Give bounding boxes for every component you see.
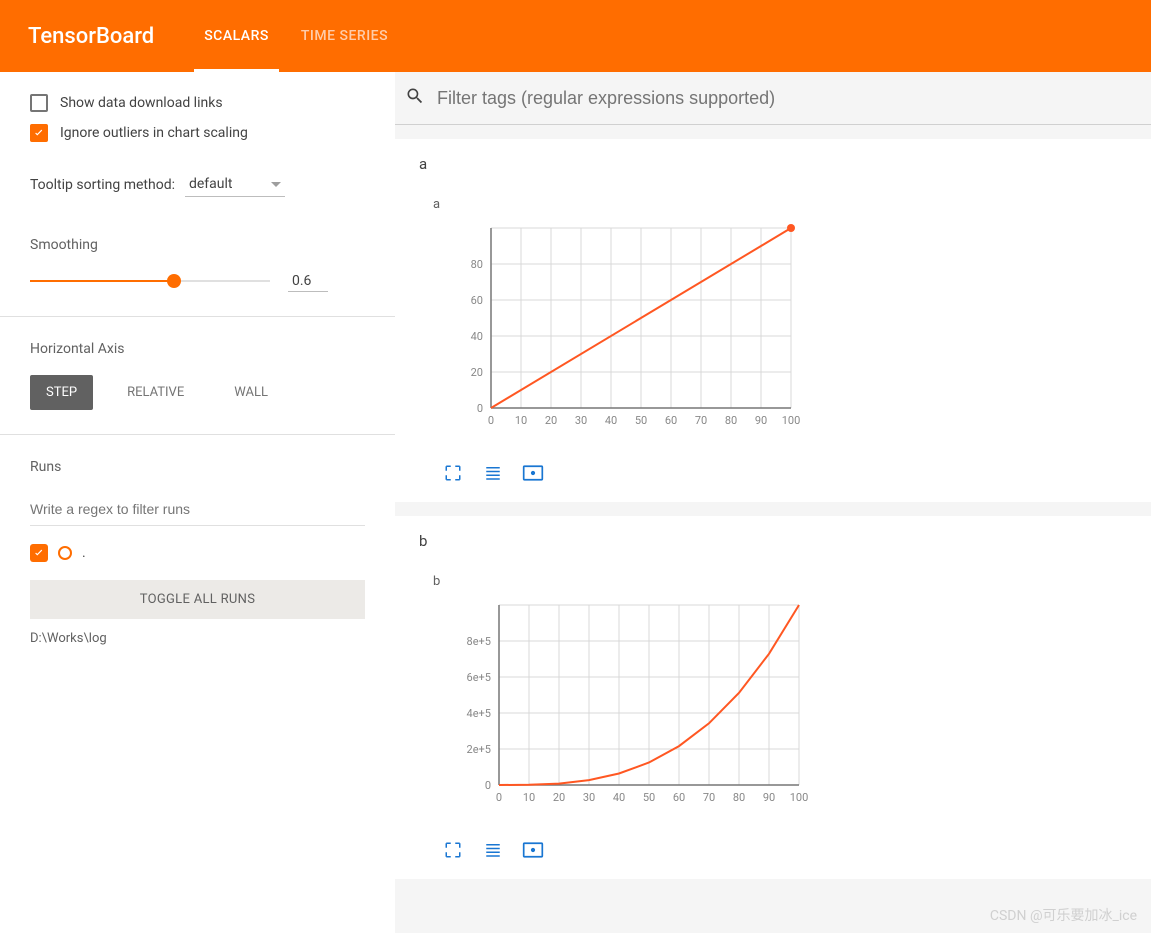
log-path: D:\Works\log [30, 631, 365, 646]
svg-text:8e+5: 8e+5 [467, 635, 491, 648]
svg-text:0: 0 [485, 779, 491, 792]
app-header: TensorBoard SCALARS TIME SERIES [0, 0, 1151, 72]
ignore-outliers-checkbox[interactable]: Ignore outliers in chart scaling [30, 124, 365, 142]
svg-text:2e+5: 2e+5 [467, 743, 491, 756]
tag-filter-input[interactable] [437, 88, 1141, 109]
smoothing-value[interactable]: 0.6 [288, 271, 328, 292]
svg-text:60: 60 [471, 294, 483, 307]
tab-scalars[interactable]: SCALARS [204, 0, 269, 72]
chart-svg: 0 2e+5 4e+5 6e+5 8e+5 0 10 20 30 40 50 6… [441, 595, 821, 825]
chart-b[interactable]: 0 2e+5 4e+5 6e+5 8e+5 0 10 20 30 40 50 6… [441, 595, 1127, 825]
fit-domain-icon[interactable] [521, 839, 545, 861]
smoothing-slider[interactable] [30, 280, 270, 284]
chart-label: b [433, 574, 1127, 589]
card-title: b [419, 532, 1127, 550]
svg-text:30: 30 [575, 414, 587, 427]
scalar-card-b: b b [395, 516, 1151, 879]
card-title: a [419, 155, 1127, 173]
log-scale-icon[interactable] [481, 839, 505, 861]
svg-text:0: 0 [496, 791, 502, 804]
axis-relative-button[interactable]: RELATIVE [111, 375, 200, 410]
svg-text:4e+5: 4e+5 [467, 707, 491, 720]
chart-toolbar [441, 462, 1127, 484]
watermark: CSDN @可乐要加冰_ice [990, 905, 1137, 925]
svg-text:70: 70 [695, 414, 707, 427]
show-download-label: Show data download links [60, 95, 223, 111]
run-color-swatch [58, 546, 72, 560]
header-tabs: SCALARS TIME SERIES [204, 0, 388, 72]
ignore-outliers-label: Ignore outliers in chart scaling [60, 125, 248, 141]
sidebar: Show data download links Ignore outliers… [0, 72, 395, 933]
svg-text:10: 10 [515, 414, 527, 427]
svg-text:20: 20 [553, 791, 565, 804]
svg-text:90: 90 [755, 414, 767, 427]
runs-label: Runs [30, 459, 365, 475]
chart-label: a [433, 197, 1127, 212]
tag-filter-bar [395, 72, 1151, 125]
svg-text:40: 40 [605, 414, 617, 427]
svg-text:60: 60 [665, 414, 677, 427]
tooltip-sort-value: default [189, 176, 233, 192]
svg-text:70: 70 [703, 791, 715, 804]
svg-text:6e+5: 6e+5 [467, 671, 491, 684]
smoothing-label: Smoothing [30, 237, 365, 253]
toggle-all-runs-button[interactable]: TOGGLE ALL RUNS [30, 580, 365, 619]
scalar-card-a: a a [395, 139, 1151, 502]
main-content: a a [395, 72, 1151, 933]
search-icon [405, 86, 425, 110]
run-checkbox[interactable] [30, 544, 48, 562]
chart-a[interactable]: 0 20 40 60 80 0 10 20 30 40 50 60 70 [441, 218, 1127, 448]
svg-text:90: 90 [763, 791, 775, 804]
chart-toolbar [441, 839, 1127, 861]
log-scale-icon[interactable] [481, 462, 505, 484]
tooltip-sort-label: Tooltip sorting method: [30, 177, 175, 193]
run-name: . [82, 545, 86, 561]
checkbox-icon [30, 94, 48, 112]
fit-domain-icon[interactable] [521, 462, 545, 484]
show-download-checkbox[interactable]: Show data download links [30, 94, 365, 112]
app-logo: TensorBoard [28, 24, 154, 49]
horizontal-axis-label: Horizontal Axis [30, 341, 365, 357]
svg-text:0: 0 [477, 402, 483, 415]
svg-text:40: 40 [613, 791, 625, 804]
svg-text:20: 20 [471, 366, 483, 379]
svg-text:0: 0 [488, 414, 494, 427]
svg-text:30: 30 [583, 791, 595, 804]
svg-text:40: 40 [471, 330, 483, 343]
svg-text:50: 50 [635, 414, 647, 427]
svg-text:100: 100 [790, 791, 809, 804]
expand-icon[interactable] [441, 839, 465, 861]
svg-text:100: 100 [782, 414, 801, 427]
svg-text:20: 20 [545, 414, 557, 427]
chart-svg: 0 20 40 60 80 0 10 20 30 40 50 60 70 [441, 218, 821, 448]
svg-text:80: 80 [733, 791, 745, 804]
svg-text:50: 50 [643, 791, 655, 804]
tab-time-series[interactable]: TIME SERIES [301, 0, 388, 72]
slider-thumb[interactable] [167, 274, 181, 288]
svg-text:10: 10 [523, 791, 535, 804]
svg-text:80: 80 [725, 414, 737, 427]
axis-step-button[interactable]: STEP [30, 375, 93, 410]
svg-text:60: 60 [673, 791, 685, 804]
tooltip-sort-select[interactable]: default [185, 172, 285, 197]
run-row[interactable]: . [30, 544, 365, 562]
axis-wall-button[interactable]: WALL [218, 375, 284, 410]
expand-icon[interactable] [441, 462, 465, 484]
checkbox-icon [30, 124, 48, 142]
runs-filter-input[interactable] [30, 493, 365, 526]
svg-text:80: 80 [471, 258, 483, 271]
